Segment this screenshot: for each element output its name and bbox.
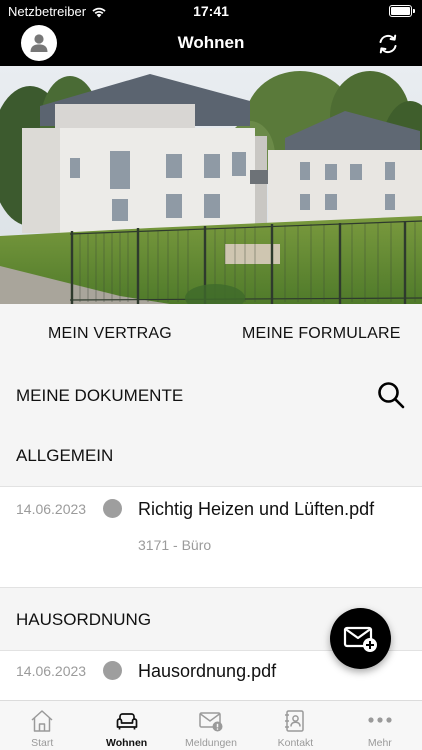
- quick-links: MEIN VERTRAG MEINE FORMULARE: [0, 304, 422, 362]
- page-title: Wohnen: [177, 33, 245, 52]
- my-forms-link[interactable]: MEINE FORMULARE: [242, 325, 401, 343]
- document-item[interactable]: 14.06.2023 Richtig Heizen und Lüften.pdf…: [0, 486, 422, 588]
- section-title: ALLGEMEIN: [16, 446, 114, 465]
- tab-bar: Start Wohnen Meldungen Kontakt Mehr: [0, 700, 422, 750]
- building-photo: [0, 66, 422, 304]
- status-bar: Netzbetreiber 17:41: [0, 0, 422, 22]
- status-dot-icon: [103, 499, 122, 518]
- refresh-icon[interactable]: [376, 32, 400, 56]
- nav-bar: Wohnen: [0, 22, 422, 66]
- battery-icon: [389, 5, 415, 17]
- status-dot-icon: [103, 661, 122, 680]
- home-icon: [31, 710, 53, 732]
- document-date: 14.06.2023: [16, 663, 87, 679]
- my-contract-link[interactable]: MEIN VERTRAG: [48, 325, 172, 343]
- document-name[interactable]: Hausordnung.pdf: [138, 661, 276, 682]
- tab-label: Mehr: [367, 737, 392, 749]
- mail-add-icon: [343, 626, 377, 652]
- contacts-book-icon: [285, 710, 305, 732]
- tab-label: Kontakt: [277, 737, 314, 749]
- building-illustration: [0, 66, 422, 304]
- document-date: 14.06.2023: [16, 501, 87, 517]
- tab-label: Meldungen: [185, 737, 237, 749]
- tab-mehr[interactable]: Mehr: [338, 701, 422, 750]
- document-name[interactable]: Richtig Heizen und Lüften.pdf: [138, 499, 374, 520]
- tab-start[interactable]: Start: [0, 701, 84, 750]
- tab-label: Wohnen: [106, 737, 148, 749]
- sofa-icon: [116, 713, 137, 730]
- tab-kontakt[interactable]: Kontakt: [253, 701, 337, 750]
- tab-meldungen[interactable]: Meldungen: [169, 701, 253, 750]
- tab-label: Start: [31, 737, 54, 749]
- clock: 17:41: [193, 3, 229, 19]
- mail-alert-icon: [199, 712, 223, 732]
- document-location: 3171 - Büro: [138, 537, 212, 553]
- new-message-button[interactable]: [330, 608, 391, 669]
- documents-header: MEINE DOKUMENTE: [0, 362, 422, 422]
- more-dots-icon: [368, 717, 392, 723]
- section-header-allgemein: ALLGEMEIN: [0, 424, 422, 486]
- documents-title: MEINE DOKUMENTE: [16, 386, 184, 405]
- section-title: HAUSORDNUNG: [16, 610, 152, 629]
- tab-wohnen[interactable]: Wohnen: [84, 701, 168, 750]
- search-icon[interactable]: [376, 380, 406, 410]
